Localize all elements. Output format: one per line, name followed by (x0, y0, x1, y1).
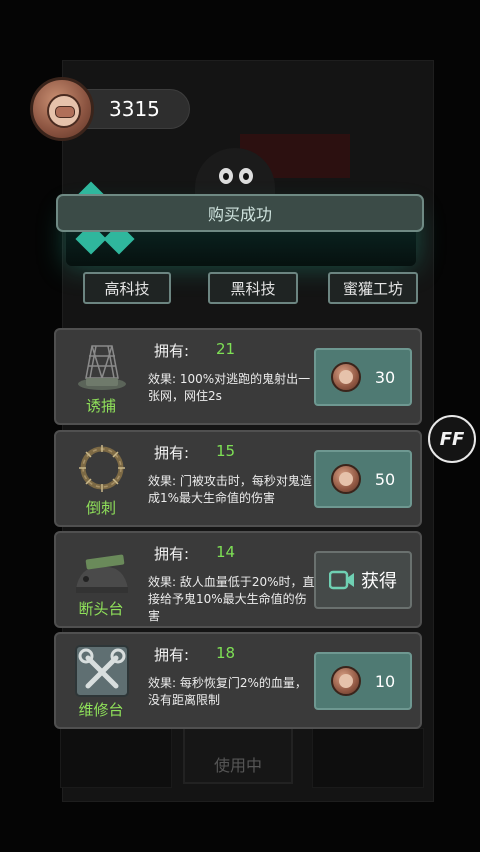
coin-icon (330, 362, 361, 392)
item-icon-box: 断头台 (64, 539, 138, 621)
owned-count: 14 (216, 543, 236, 561)
price: 30 (374, 367, 396, 387)
get-label: 获得 (361, 571, 397, 592)
item-name: 倒刺 (85, 499, 116, 517)
background-card (60, 728, 172, 788)
price: 50 (374, 469, 396, 489)
coin-icon (330, 666, 361, 696)
tab-high-tech[interactable]: 高科技 (83, 272, 171, 304)
buy-button[interactable]: 10 (314, 652, 412, 710)
item-icon-box: 倒刺 (64, 438, 138, 520)
repair-tools-icon (75, 645, 129, 697)
tab-label: 高科技 (104, 279, 150, 298)
purchase-success-toast: 购买成功 (56, 194, 424, 232)
coin-icon (330, 464, 361, 494)
background-using-card: 使用中 (183, 722, 293, 784)
toast-message: 购买成功 (207, 205, 272, 224)
item-card: 断头台 拥有: 14 效果: 敌人血量低于20%时，直接给予鬼10%最大生命值的… (54, 531, 422, 628)
item-name: 维修台 (78, 701, 124, 719)
fast-forward-label: FF (439, 428, 465, 450)
item-effect: 效果: 每秒恢复门2%的血量，没有距离限制 (148, 676, 307, 707)
price: 10 (374, 671, 396, 691)
coin-icon (30, 77, 94, 141)
owned-label: 拥有: (154, 545, 190, 563)
item-card: 维修台 拥有: 18 效果: 每秒恢复门2%的血量，没有距离限制 10 (54, 632, 422, 729)
item-effect: 效果: 100%对逃跑的鬼射出一张网，网住2s (148, 372, 311, 403)
item-name: 断头台 (78, 600, 124, 618)
owned-count: 15 (216, 442, 236, 460)
item-effect: 效果: 门被攻击时，每秒对鬼造成1%最大生命值的伤害 (148, 474, 312, 505)
background-card (312, 728, 424, 788)
tab-label: 黑科技 (230, 279, 276, 298)
item-card: 倒刺 拥有: 15 效果: 门被攻击时，每秒对鬼造成1%最大生命值的伤害 50 (54, 430, 422, 527)
owned-label: 拥有: (154, 646, 190, 664)
video-icon (329, 570, 354, 590)
watch-video-get-button[interactable]: 获得 (314, 551, 412, 609)
coin-count: 3315 (109, 97, 160, 121)
using-label: 使用中 (213, 756, 262, 775)
owned-label: 拥有: (154, 444, 190, 462)
buy-button[interactable]: 50 (314, 450, 412, 508)
owned-count: 18 (216, 644, 236, 662)
item-icon-box: 维修台 (64, 640, 138, 722)
tab-label: 蜜獾工坊 (342, 279, 403, 298)
item-icon-box: 诱捕 (64, 336, 138, 418)
guillotine-icon (76, 554, 128, 593)
item-card: 诱捕 拥有: 21 效果: 100%对逃跑的鬼射出一张网，网住2s 30 (54, 328, 422, 425)
tab-honey-badger-workshop[interactable]: 蜜獾工坊 (328, 272, 418, 304)
thorn-wreath-icon (79, 445, 125, 492)
net-trap-icon (78, 345, 126, 390)
tab-black-tech[interactable]: 黑科技 (208, 272, 298, 304)
coin-counter: 3315 (78, 89, 190, 129)
buy-button[interactable]: 30 (314, 348, 412, 406)
owned-count: 21 (216, 340, 236, 358)
item-effect: 效果: 敌人血量低于20%时，直接给予鬼10%最大生命值的伤害 (148, 575, 315, 623)
item-name: 诱捕 (85, 397, 116, 415)
owned-label: 拥有: (154, 342, 190, 360)
fast-forward-button[interactable]: FF (428, 415, 476, 463)
shop-screen: 使用中 3315 购买成功 高科技 黑科技 蜜獾工坊 诱捕 拥有: 21 效果:… (0, 0, 480, 852)
